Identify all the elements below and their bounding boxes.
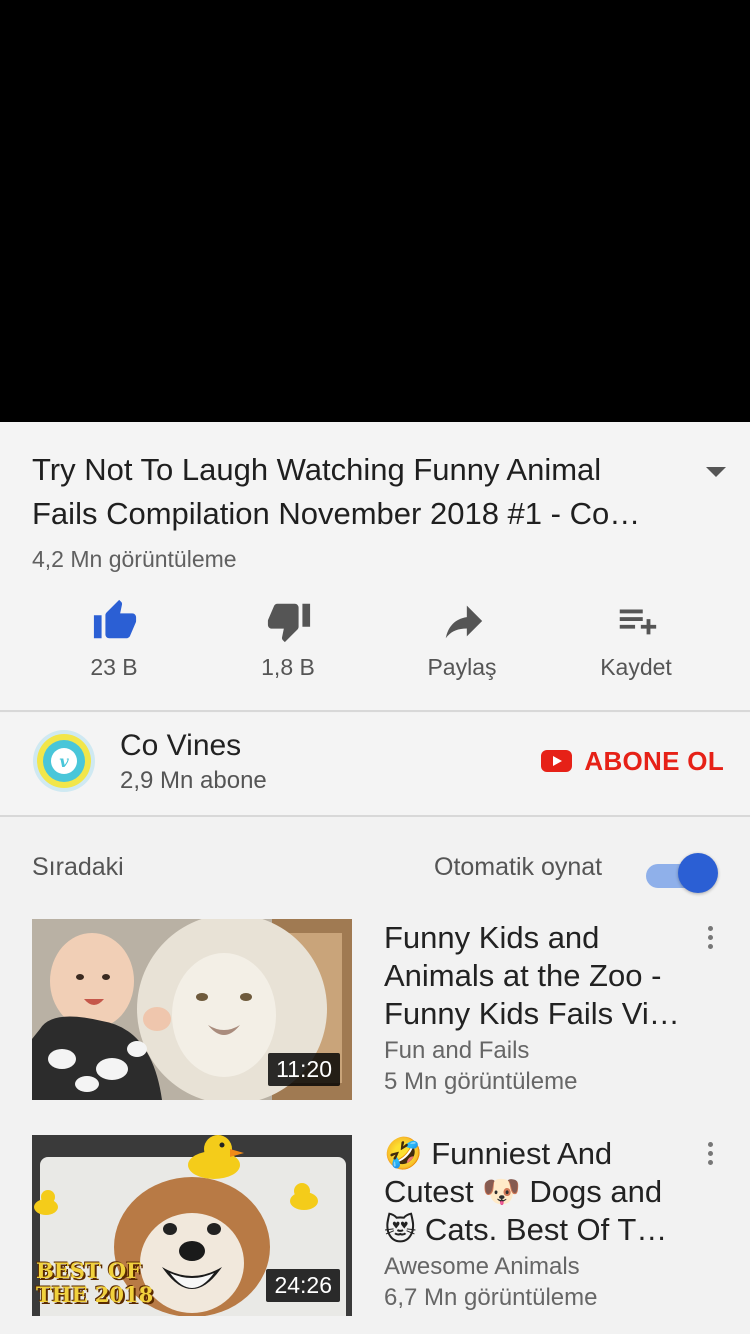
svg-text:v: v bbox=[59, 752, 69, 771]
video-views: 5 Mn görüntüleme bbox=[384, 1068, 578, 1095]
up-next-header: Sıradaki Otomatik oynat bbox=[0, 817, 750, 917]
channel-row[interactable]: v Co Vines 2,9 Mn abone ABONE OL bbox=[0, 713, 750, 815]
video-player[interactable] bbox=[0, 0, 750, 422]
subscriber-count: 2,9 Mn abone bbox=[120, 767, 267, 794]
thumbnail-caption-line: THE 2018 bbox=[36, 1282, 154, 1307]
thumbnail-caption-line: BEST OF bbox=[36, 1258, 142, 1283]
video-info: Try Not To Laugh Watching Funny Animal F… bbox=[0, 422, 750, 712]
channel-avatar[interactable]: v bbox=[32, 729, 96, 793]
video-thumbnail[interactable]: 11:20 bbox=[32, 919, 352, 1100]
subscribe-label: ABONE OL bbox=[584, 745, 724, 776]
video-thumbnail[interactable]: BEST OF THE 2018 24:26 bbox=[32, 1135, 352, 1316]
autoplay-label: Otomatik oynat bbox=[434, 853, 603, 881]
expand-icon[interactable] bbox=[704, 464, 728, 480]
video-title[interactable]: 🤣 Funniest And Cutest 🐶 Dogs and 😻 Cats.… bbox=[384, 1135, 684, 1249]
video-title[interactable]: Try Not To Laugh Watching Funny Animal F… bbox=[32, 448, 672, 536]
save-label: Kaydet bbox=[600, 654, 672, 680]
like-icon bbox=[93, 599, 137, 639]
video-channel: Fun and Fails bbox=[384, 1037, 530, 1064]
subscribe-button[interactable]: ABONE OL bbox=[541, 745, 724, 777]
list-item[interactable]: BEST OF THE 2018 24:26 🤣 Funniest And Cu… bbox=[0, 1135, 750, 1334]
youtube-icon bbox=[541, 750, 573, 772]
share-button[interactable]: Paylaş bbox=[375, 594, 549, 694]
dislike-count: 1,8 B bbox=[261, 654, 315, 680]
save-button[interactable]: Kaydet bbox=[549, 594, 723, 694]
video-duration: 11:20 bbox=[268, 1053, 340, 1086]
channel-name[interactable]: Co Vines bbox=[120, 729, 241, 763]
share-label: Paylaş bbox=[427, 654, 497, 680]
dislike-icon bbox=[267, 603, 311, 643]
like-count: 23 B bbox=[90, 654, 138, 680]
video-title[interactable]: Funny Kids and Animals at the Zoo - Funn… bbox=[384, 919, 684, 1033]
like-button[interactable]: 23 B bbox=[27, 594, 201, 694]
up-next-label: Sıradaki bbox=[32, 853, 124, 881]
more-options-icon[interactable] bbox=[700, 923, 720, 953]
view-count: 4,2 Mn görüntüleme bbox=[32, 546, 237, 572]
share-icon bbox=[445, 605, 483, 639]
video-channel: Awesome Animals bbox=[384, 1253, 580, 1280]
video-views: 6,7 Mn görüntüleme bbox=[384, 1284, 598, 1311]
dislike-button[interactable]: 1,8 B bbox=[201, 594, 375, 694]
more-options-icon[interactable] bbox=[700, 1139, 720, 1169]
thumbnail-caption: BEST OF THE 2018 bbox=[36, 1259, 153, 1307]
list-item[interactable]: 11:20 Funny Kids and Animals at the Zoo … bbox=[0, 919, 750, 1119]
divider bbox=[0, 710, 750, 712]
save-to-playlist-icon bbox=[619, 609, 657, 635]
toggle-knob bbox=[678, 853, 718, 893]
video-duration: 24:26 bbox=[266, 1269, 340, 1302]
action-bar: 23 B 1,8 B Paylaş Kaydet bbox=[0, 594, 750, 694]
autoplay-toggle[interactable] bbox=[646, 853, 720, 895]
